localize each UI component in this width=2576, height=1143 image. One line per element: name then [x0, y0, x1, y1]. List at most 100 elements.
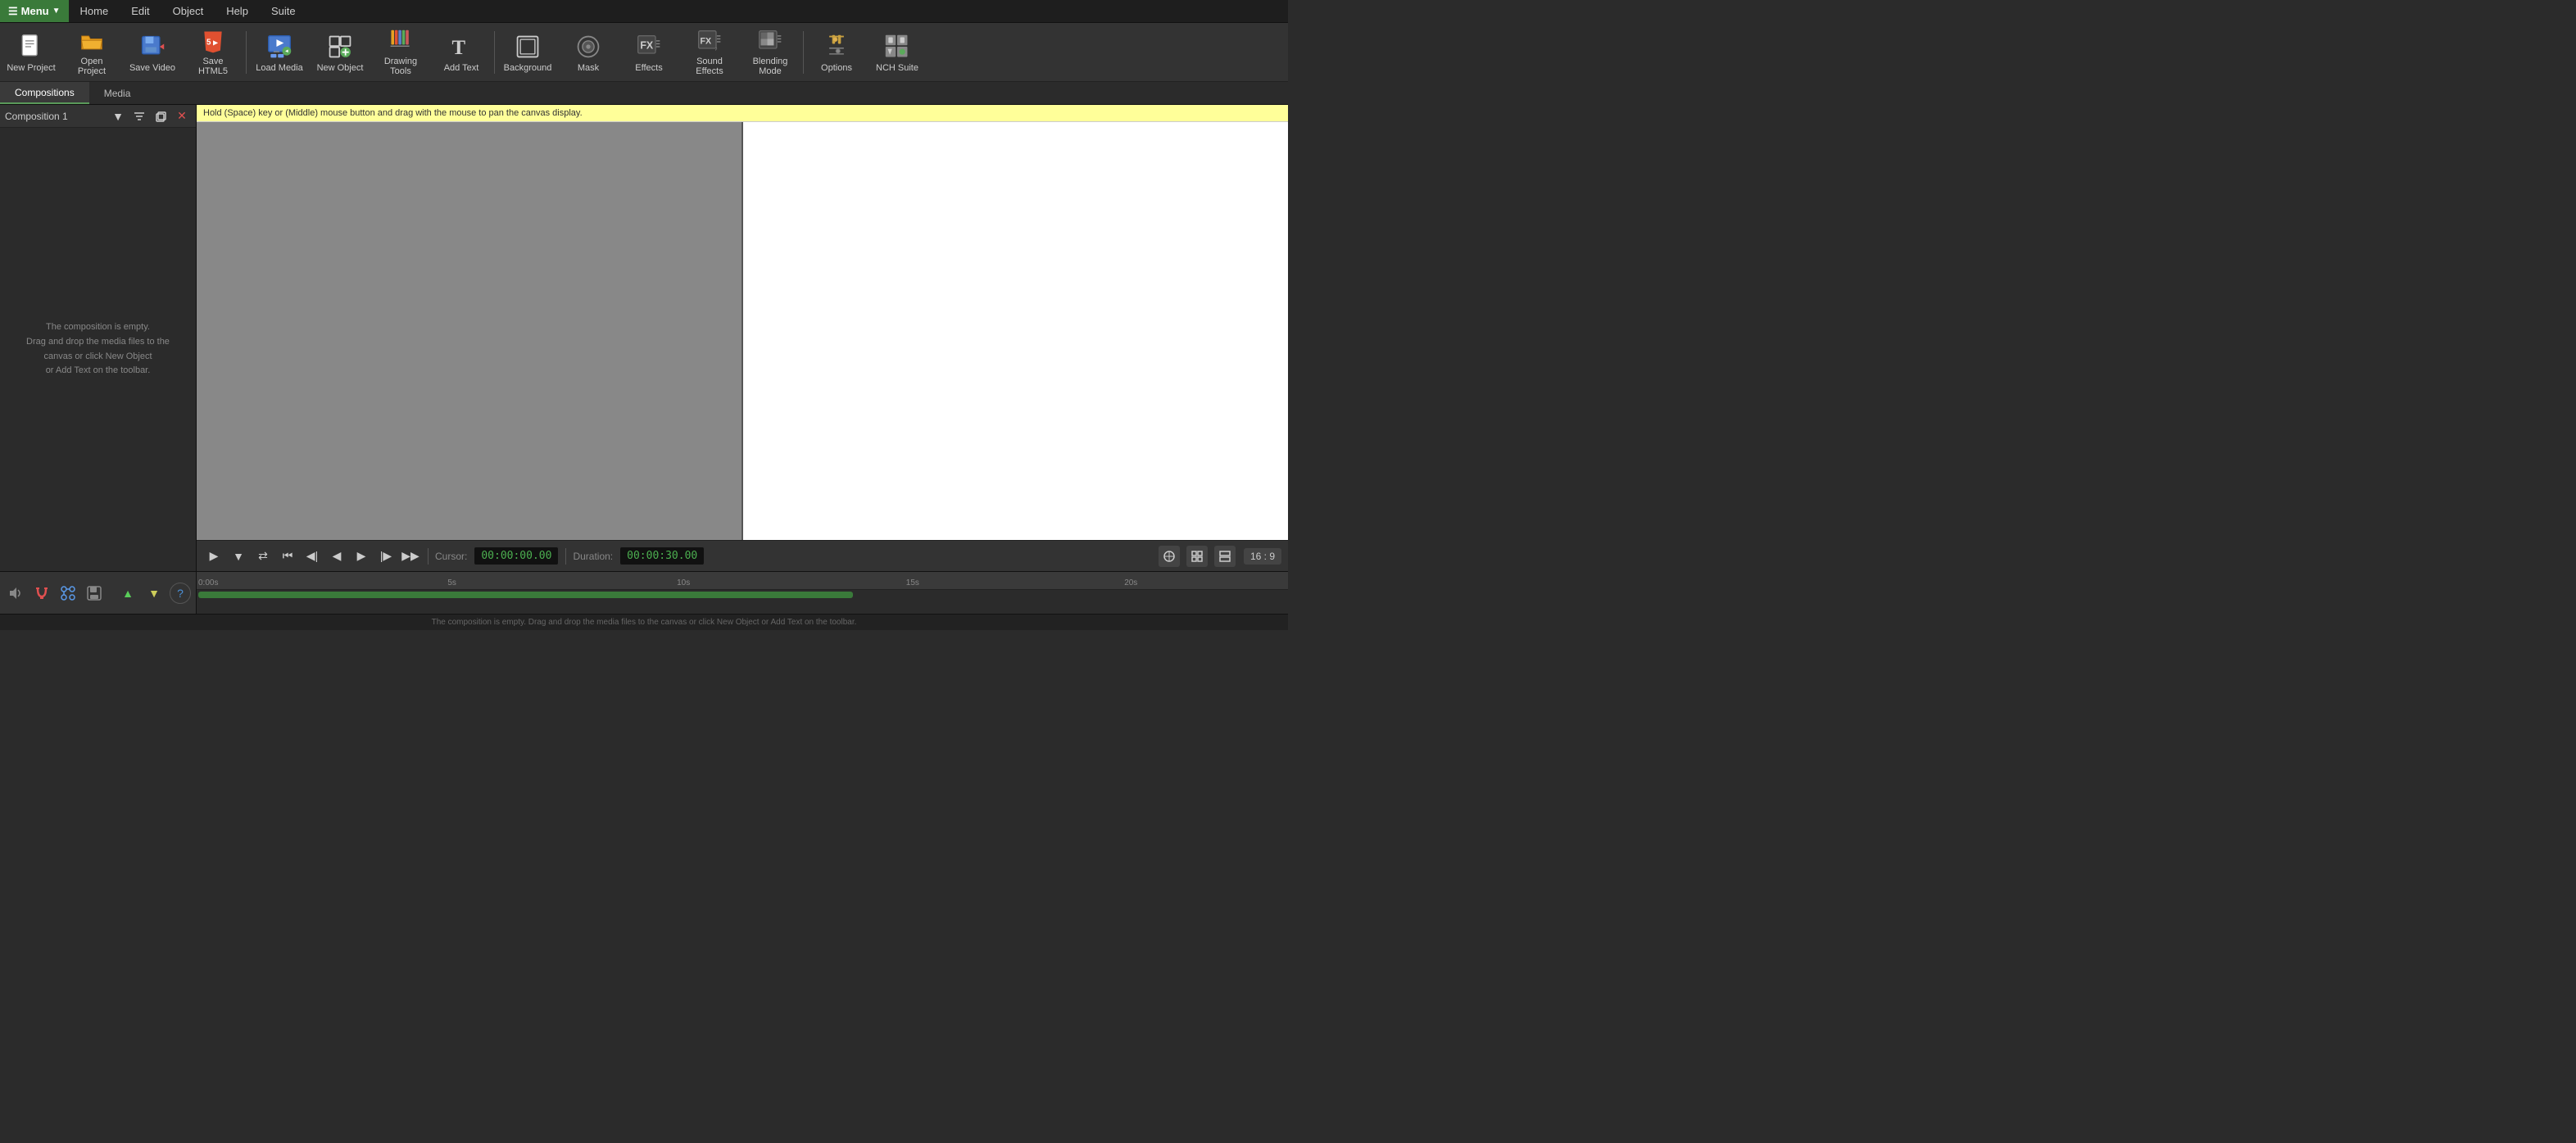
timeline-scrollbar[interactable] [198, 592, 853, 598]
svg-text:▶: ▶ [213, 39, 219, 46]
prev-frame-button[interactable]: ◀| [302, 546, 323, 567]
aspect-ratio-display[interactable]: 16 : 9 [1244, 548, 1281, 565]
duration-label: Duration: [573, 551, 613, 562]
move-up-button[interactable]: ▲ [117, 583, 138, 604]
save-video-icon [138, 32, 167, 61]
load-media-button[interactable]: Load Media [250, 26, 309, 79]
toolbar-divider-2 [494, 31, 495, 74]
options-button[interactable]: Options [807, 26, 866, 79]
effects-button[interactable]: FX Effects [619, 26, 678, 79]
grid-button-1[interactable] [1159, 546, 1180, 567]
blending-mode-button[interactable]: Blending Mode [741, 26, 800, 79]
grid-button-3[interactable] [1214, 546, 1236, 567]
toolbar-divider-3 [803, 31, 804, 74]
background-button[interactable]: Background [498, 26, 557, 79]
background-label: Background [504, 63, 552, 73]
canvas-container[interactable] [197, 122, 1288, 540]
go-start-button[interactable]: ⏮ [277, 546, 298, 567]
add-text-icon: T [447, 32, 476, 61]
new-object-button[interactable]: New Object [311, 26, 370, 79]
nch-suite-icon [882, 32, 912, 61]
svg-text:FX: FX [700, 36, 712, 46]
next-frame-button[interactable]: ▶▶ [400, 546, 421, 567]
sound-effects-button[interactable]: FX ♪ Sound Effects [680, 26, 739, 79]
svg-text:5: 5 [206, 38, 211, 47]
load-media-icon [265, 32, 294, 61]
open-project-button[interactable]: Open Project [62, 26, 121, 79]
go-end-button[interactable]: |▶ [375, 546, 397, 567]
canvas-area: Hold (Space) key or (Middle) mouse butto… [197, 105, 1288, 571]
hint-text: Hold (Space) key or (Middle) mouse butto… [203, 108, 583, 118]
panel-config-button[interactable] [130, 107, 148, 125]
move-down-button[interactable]: ▼ [143, 583, 165, 604]
save-html5-button[interactable]: 5 ▶ Save HTML5 [184, 26, 243, 79]
mask-button[interactable]: Mask [559, 26, 618, 79]
save-button[interactable] [84, 583, 105, 604]
composition-title: Composition 1 [5, 111, 106, 122]
load-media-label: Load Media [256, 63, 303, 73]
panel-copy-button[interactable] [152, 107, 170, 125]
effects-icon: FX [634, 32, 664, 61]
transport-divider-1 [428, 548, 429, 565]
menu-item-home[interactable]: Home [69, 0, 120, 22]
main-layout: Composition 1 ▼ ✕ The composition is emp… [0, 105, 1288, 571]
ruler-mark-10s: 10s [677, 578, 690, 587]
save-video-button[interactable]: Save Video [123, 26, 182, 79]
save-html5-label: Save HTML5 [187, 57, 239, 76]
toolbar-divider-1 [246, 31, 247, 74]
play-options-button[interactable]: ▼ [228, 546, 249, 567]
ruler-mark-20s: 20s [1124, 578, 1137, 587]
new-project-button[interactable]: New Project [2, 26, 61, 79]
nch-suite-label: NCH Suite [876, 63, 918, 73]
menu-item-edit[interactable]: Edit [120, 0, 161, 22]
options-icon [822, 32, 851, 61]
grid-button-2[interactable] [1186, 546, 1208, 567]
menu-icon: ☰ [8, 5, 18, 18]
left-panel: Composition 1 ▼ ✕ The composition is emp… [0, 105, 197, 571]
group-button[interactable] [57, 583, 79, 604]
add-text-button[interactable]: T Add Text [432, 26, 491, 79]
menu-button[interactable]: ☰ Menu ▼ [0, 0, 69, 22]
timeline-track[interactable] [197, 590, 1288, 614]
empty-composition-message: The composition is empty. Drag and drop … [0, 128, 196, 571]
menu-item-object[interactable]: Object [161, 0, 215, 22]
menu-label: Menu [21, 5, 49, 17]
drawing-tools-button[interactable]: Drawing Tools [371, 26, 430, 79]
cursor-time-display[interactable]: 00:00:00.00 [474, 547, 559, 565]
status-text: The composition is empty. Drag and drop … [432, 618, 857, 627]
background-icon [513, 32, 542, 61]
loop-button[interactable]: ⇄ [252, 546, 274, 567]
save-video-label: Save Video [129, 63, 175, 73]
menu-item-help[interactable]: Help [215, 0, 260, 22]
mask-icon [574, 32, 603, 61]
new-object-icon [325, 32, 355, 61]
next-button[interactable]: ▶ [351, 546, 372, 567]
cursor-label: Cursor: [435, 551, 467, 562]
play-button[interactable]: ▶ [203, 546, 224, 567]
open-project-icon [77, 29, 107, 55]
sound-effects-label: Sound Effects [683, 57, 736, 76]
svg-text:T: T [451, 36, 465, 58]
tab-compositions[interactable]: Compositions [0, 82, 89, 104]
blending-mode-label: Blending Mode [744, 57, 796, 76]
menu-item-suite[interactable]: Suite [260, 0, 307, 22]
timeline-controls: ▲ ▼ ? [0, 572, 197, 614]
options-label: Options [821, 63, 852, 73]
audio-toggle-button[interactable] [5, 583, 26, 604]
tab-media[interactable]: Media [89, 82, 146, 104]
transport-divider-2 [565, 548, 566, 565]
empty-message-text: The composition is empty. Drag and drop … [16, 320, 179, 378]
nch-suite-button[interactable]: NCH Suite [868, 26, 927, 79]
mask-label: Mask [578, 63, 599, 73]
duration-time-display[interactable]: 00:00:30.00 [619, 547, 705, 565]
magnet-button[interactable] [31, 583, 52, 604]
help-button[interactable]: ? [170, 583, 191, 604]
hint-bar: Hold (Space) key or (Middle) mouse butto… [197, 105, 1288, 122]
prev-button[interactable]: ◀ [326, 546, 347, 567]
timeline-ruler: 0:00s 5s 10s 15s 20s [197, 572, 1288, 614]
save-html5-icon: 5 ▶ [198, 29, 228, 55]
ruler-mark-15s: 15s [906, 578, 919, 587]
panel-settings-button[interactable]: ▼ [109, 107, 127, 125]
panel-delete-button[interactable]: ✕ [173, 107, 191, 125]
add-text-label: Add Text [444, 63, 479, 73]
